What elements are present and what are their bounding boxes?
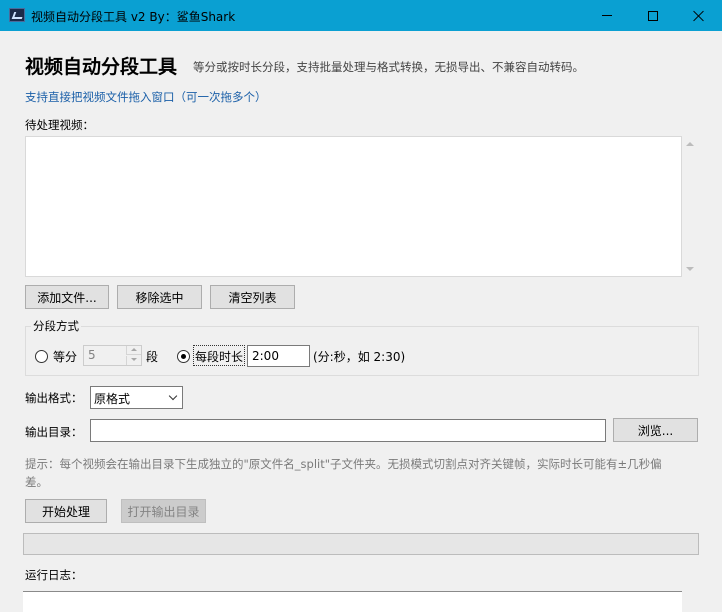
segment-count-value: 5: [88, 348, 96, 362]
duration-split-radio[interactable]: [177, 350, 190, 363]
maximize-button[interactable]: [630, 0, 676, 31]
duration-split-label: 每段时长: [193, 345, 246, 366]
duration-input[interactable]: [247, 345, 310, 367]
equal-split-label: 等分: [53, 350, 78, 364]
chevron-down-icon: [168, 391, 178, 401]
page-subtitle: 等分或按时长分段，支持批量处理与格式转换，无损导出、不兼容自动转码。: [193, 60, 584, 74]
minimize-button[interactable]: [584, 0, 630, 31]
chevron-down-icon: [131, 358, 137, 361]
start-processing-button[interactable]: 开始处理: [25, 499, 107, 523]
equal-split-radio[interactable]: [35, 350, 48, 363]
scroll-down-icon[interactable]: [686, 267, 694, 271]
output-format-label: 输出格式：: [25, 391, 83, 405]
file-list-scrollbar[interactable]: [682, 136, 699, 277]
log-label: 运行日志：: [25, 568, 83, 582]
tip-text: 提示：每个视频会在输出目录下生成独立的"原文件名_split"子文件夹。无损模式…: [25, 457, 662, 489]
open-output-dir-button: 打开输出目录: [121, 499, 206, 523]
chevron-up-icon: [131, 348, 137, 351]
browse-button[interactable]: 浏览...: [613, 418, 698, 442]
log-output[interactable]: [23, 591, 682, 612]
file-list[interactable]: [25, 136, 682, 277]
minimize-icon: [602, 15, 612, 16]
progress-bar: [23, 533, 699, 555]
maximize-icon: [648, 10, 658, 21]
segment-count-stepper[interactable]: 5: [83, 345, 142, 366]
duration-format-hint: (分:秒，如 2:30): [313, 350, 406, 364]
output-format-value: 原格式: [94, 392, 131, 406]
add-file-button[interactable]: 添加文件...: [25, 285, 109, 309]
output-dir-label: 输出目录：: [25, 425, 83, 439]
output-dir-input[interactable]: [90, 419, 606, 442]
close-button[interactable]: [676, 0, 722, 31]
remove-selected-button[interactable]: 移除选中: [117, 285, 202, 309]
title-bar[interactable]: 视频自动分段工具 v2 By：鲨鱼Shark: [0, 0, 722, 31]
split-mode-title: 分段方式: [31, 318, 81, 334]
close-icon: [693, 10, 705, 22]
stepper-down-button[interactable]: [126, 356, 141, 365]
output-format-select[interactable]: 原格式: [90, 386, 183, 409]
drag-drop-hint: 支持直接把视频文件拖入窗口（可一次拖多个）: [25, 90, 267, 104]
page-title: 视频自动分段工具: [25, 56, 178, 78]
file-list-label: 待处理视频：: [25, 118, 94, 132]
segment-unit-label: 段: [146, 350, 159, 364]
scroll-up-icon[interactable]: [686, 142, 694, 146]
video-app-icon: [9, 8, 25, 22]
clear-list-button[interactable]: 清空列表: [210, 285, 295, 309]
stepper-up-button[interactable]: [126, 346, 141, 355]
window-title: 视频自动分段工具 v2 By：鲨鱼Shark: [31, 10, 236, 24]
